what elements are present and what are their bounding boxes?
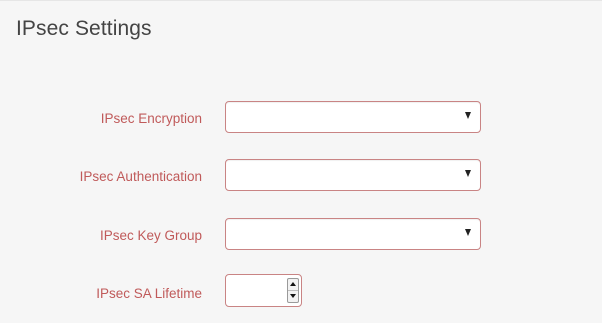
ipsec-encryption-label: IPsec Encryption xyxy=(100,111,202,126)
ipsec-authentication-select[interactable] xyxy=(225,159,481,191)
ipsec-sa-lifetime-input[interactable] xyxy=(228,277,288,304)
ipsec-sa-lifetime-label: IPsec SA Lifetime xyxy=(96,286,202,301)
spinner-buttons xyxy=(287,278,299,303)
spinner-down-button[interactable] xyxy=(288,291,298,302)
ipsec-key-group-label: IPsec Key Group xyxy=(99,228,202,243)
chevron-down-icon xyxy=(465,112,471,119)
ipsec-sa-lifetime-stepper[interactable] xyxy=(225,274,302,307)
ipsec-settings-panel: IPsec Settings IPsec Encryption IPsec Au… xyxy=(0,0,602,323)
chevron-down-icon xyxy=(465,229,471,236)
chevron-down-icon xyxy=(465,170,471,177)
caret-up-icon xyxy=(290,282,296,286)
ipsec-authentication-label: IPsec Authentication xyxy=(79,169,202,184)
caret-down-icon xyxy=(290,294,296,298)
panel-title: IPsec Settings xyxy=(16,17,152,40)
spinner-up-button[interactable] xyxy=(288,279,298,291)
ipsec-key-group-select[interactable] xyxy=(225,218,481,250)
ipsec-encryption-select[interactable] xyxy=(225,101,481,133)
